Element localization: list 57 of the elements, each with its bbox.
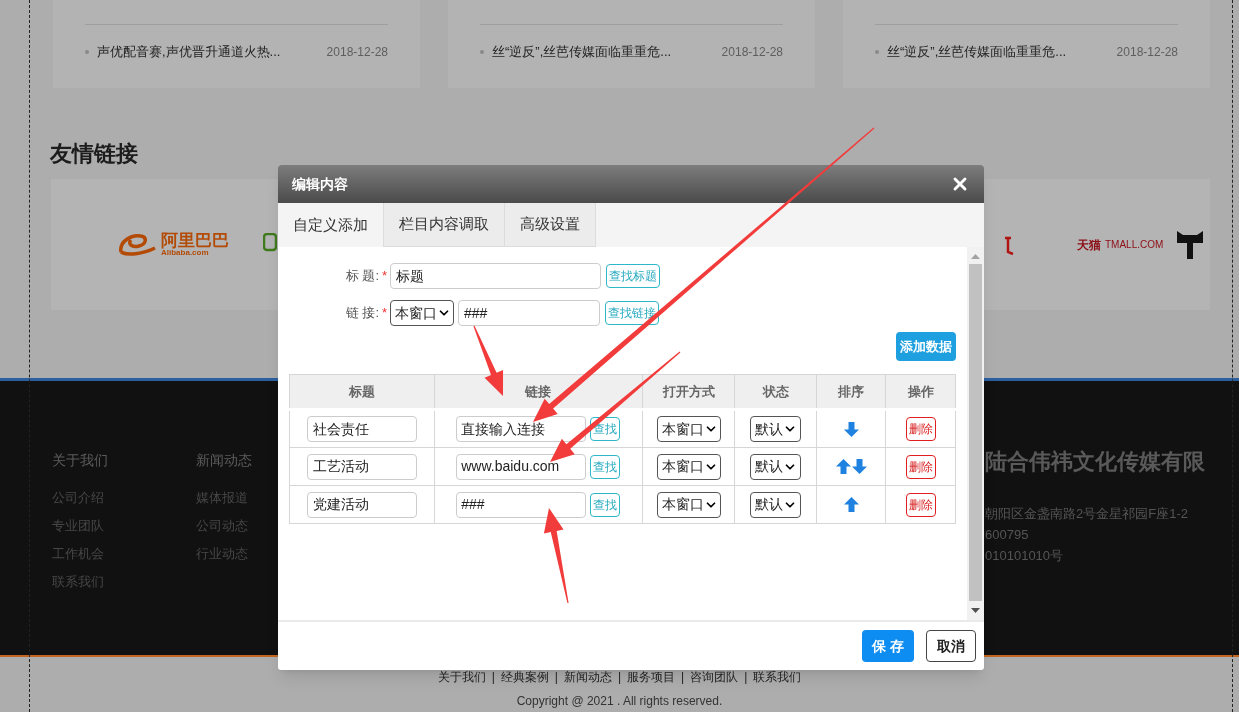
logo-domain: Alibaba.com	[161, 249, 210, 257]
bottom-link[interactable]: 服务项目	[627, 668, 676, 686]
target-select[interactable]: 本窗口	[656, 453, 721, 480]
news-date: 2018-12-28	[1116, 43, 1178, 61]
news-date: 2018-12-28	[721, 43, 783, 61]
news-title[interactable]: 丝“逆反”,丝芭传媒面临重重危...	[492, 42, 672, 62]
bottom-link[interactable]: 新闻动态	[563, 668, 612, 686]
status-select[interactable]: 默认	[750, 453, 802, 480]
footer-heading: 关于我们	[52, 451, 108, 470]
field-label: 链 接:	[344, 304, 379, 323]
link-separator: |	[491, 669, 495, 686]
dialog-title: 编辑内容	[292, 174, 348, 194]
row-title-input[interactable]: 党建活动	[306, 491, 417, 518]
link-separator: |	[617, 669, 622, 686]
field-label: 标 题:	[344, 267, 379, 286]
contact-line: 朝阳区金盏南路2号金星祁园F座1-2	[985, 505, 1189, 523]
target-select[interactable]: 本窗口	[656, 491, 721, 518]
column-header: 状态	[735, 374, 817, 410]
news-title[interactable]: 丝“逆反”,丝芭传媒面临重重危...	[887, 42, 1067, 62]
link-separator: |	[554, 669, 558, 686]
contact-line: 600795	[985, 526, 1030, 544]
column-header: 标题	[289, 374, 435, 410]
cancel-button[interactable]: 取消	[926, 630, 976, 662]
section-heading: 友情链接	[50, 140, 139, 168]
target-select[interactable]: 本窗口	[656, 416, 721, 442]
link-separator: |	[681, 669, 685, 686]
news-title[interactable]: 声优配音赛,声优晋升通道火热...	[97, 42, 281, 62]
contact-line: 010101010号	[985, 547, 1065, 565]
delete-button[interactable]: 删除	[905, 454, 936, 479]
footer-heading: 新闻动态	[196, 451, 252, 470]
target-select[interactable]: 本窗口	[390, 300, 454, 326]
news-date: 2018-12-28	[326, 43, 388, 61]
logo-domain: TMALL.COM	[1105, 238, 1164, 252]
bottom-link[interactable]: 经典案例	[500, 668, 549, 686]
logo-name: 阿里巴巴	[161, 232, 229, 249]
link-separator: |	[744, 669, 748, 686]
required-mark: *	[380, 267, 389, 286]
column-header: 排序	[816, 374, 886, 410]
dialog-tab[interactable]: 高级设置	[505, 203, 596, 247]
bottom-link[interactable]: 联系我们	[753, 668, 802, 686]
bottom-link[interactable]: 咨询团队	[690, 668, 739, 686]
link-input[interactable]: ###	[458, 300, 600, 326]
bottom-link[interactable]: 关于我们	[437, 668, 486, 686]
status-select[interactable]: 默认	[750, 491, 802, 518]
row-title-input[interactable]: 社会责任	[306, 416, 417, 442]
save-button[interactable]: 保 存	[862, 630, 914, 662]
logo-name: 天猫	[1077, 236, 1101, 254]
title-input[interactable]: 标题	[390, 263, 601, 289]
required-mark: *	[380, 304, 389, 323]
status-select[interactable]: 默认	[750, 416, 802, 442]
copyright-text: Copyright @ 2021 . All rights reserved.	[516, 693, 723, 710]
company-name: 陆合伟祎文化传媒有限	[985, 449, 1205, 475]
delete-button[interactable]: 删除	[905, 492, 936, 517]
row-title-input[interactable]: 工艺活动	[306, 453, 417, 480]
delete-button[interactable]: 删除	[905, 417, 936, 441]
dialog-tab[interactable]: 栏目内容调取	[384, 203, 505, 247]
column-header: 操作	[885, 374, 956, 410]
